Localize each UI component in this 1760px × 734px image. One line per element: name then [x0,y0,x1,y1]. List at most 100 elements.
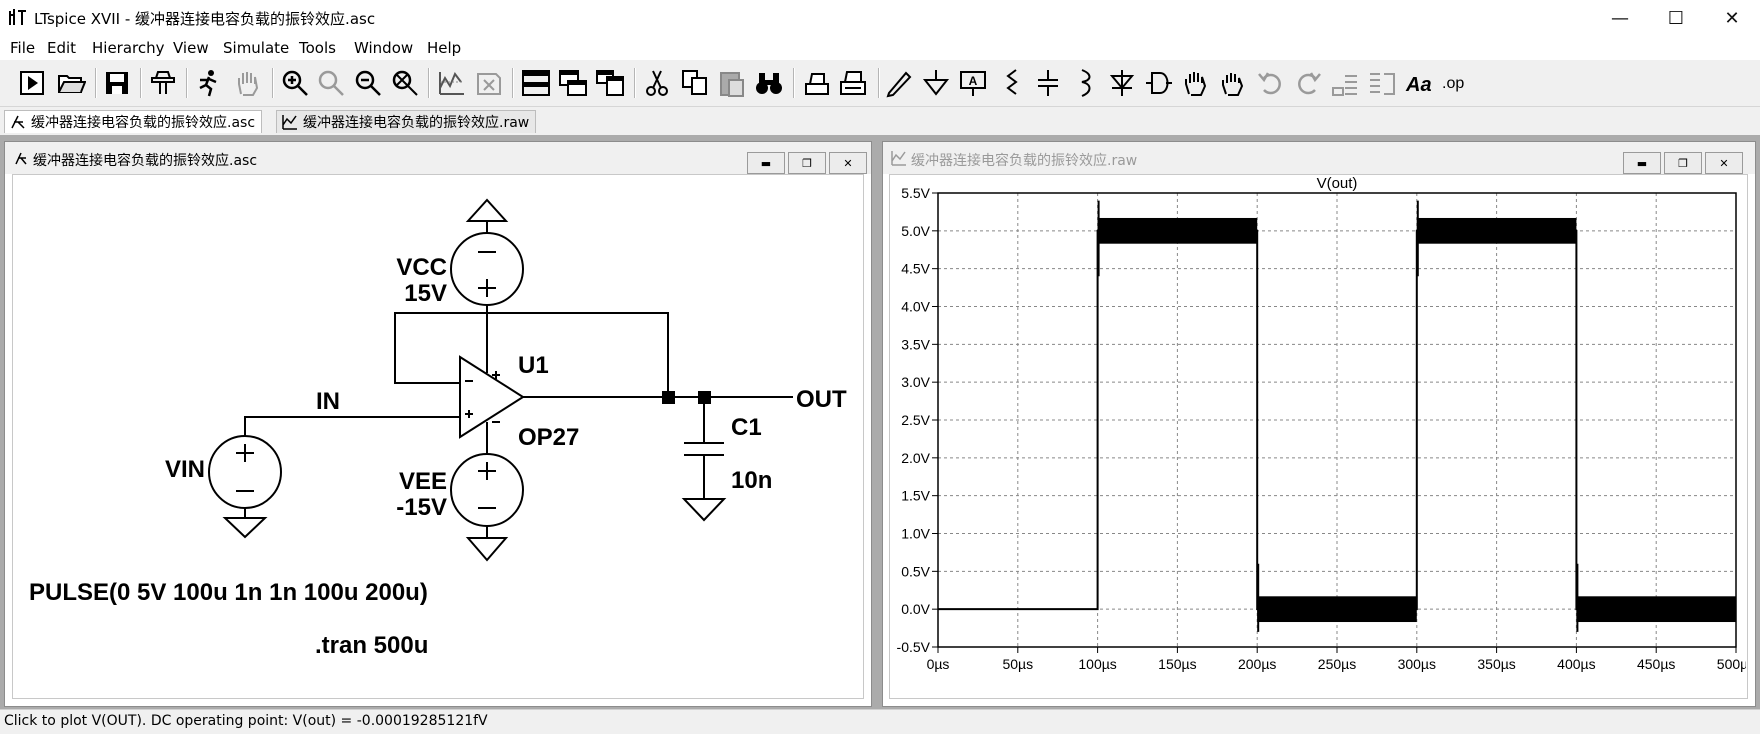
copy-icon[interactable] [680,68,710,98]
toolbar: A Aa .op [0,60,1760,107]
svg-text:A: A [969,74,978,88]
inductor-icon[interactable] [1070,68,1100,98]
waveform-chart[interactable]: V(out) 0µs 50µs 100µs 150µs 200µs 250µs 300µs 35… [890,175,1756,698]
maximize-button[interactable]: ☐ [1648,0,1704,36]
x-tick-label: 350µs [1477,656,1515,672]
junction-dot [698,391,711,404]
tile-vertical-icon[interactable] [595,68,625,98]
y-tick-label: 3.0V [901,374,930,390]
c1-label: C1 [731,414,762,441]
feedback-wire-inv [394,343,460,384]
find-icon[interactable] [754,68,784,98]
menu-simulate[interactable]: Simulate [223,39,289,57]
schematic-restore-button[interactable]: ❐ [788,152,826,174]
waveform-icon [282,115,297,130]
waveform-icon [891,151,906,166]
x-tick-label: 500µs [1717,656,1746,672]
out-net-label: OUT [796,386,847,413]
schematic-close-button[interactable]: ✕ [829,152,867,174]
undo-icon[interactable] [1256,68,1286,98]
paste-icon[interactable] [717,68,747,98]
open-icon[interactable] [56,68,86,98]
x-tick-label: 450µs [1637,656,1675,672]
y-tick-label: 2.0V [901,450,930,466]
tile-horizontal-icon[interactable] [521,68,551,98]
zoom-out-icon[interactable] [353,68,383,98]
redo-icon[interactable] [1293,68,1323,98]
schematic-window-title: 缓冲器连接电容负载的振铃效应.asc [33,153,258,169]
schematic-drawing: VCC 15V VEE -15V VIN IN OUT U1 OP27 C1 1… [29,198,847,659]
save-icon[interactable] [102,68,132,98]
vee-label: VEE [399,468,447,495]
toolbar-separator [95,68,97,98]
control-panel-icon[interactable] [148,68,178,98]
tab-waveform[interactable]: 缓冲器连接电容负载的振铃效应.raw [276,110,537,133]
waveform-close-button[interactable]: ✕ [1705,152,1743,174]
run-icon[interactable] [18,68,48,98]
rotate-icon[interactable] [1330,68,1360,98]
input-wire [244,416,460,419]
opamp-u1 [459,355,525,439]
y-tick-label: 1.0V [901,526,930,542]
toolbar-separator [878,68,880,98]
svg-text:.op: .op [1442,75,1464,92]
spice-directive-icon[interactable]: .op [1440,68,1470,98]
wire-icon[interactable] [884,68,914,98]
x-tick-label: 100µs [1078,656,1116,672]
menu-edit[interactable]: Edit [47,39,76,57]
pan-icon[interactable] [233,68,263,98]
ground-icon[interactable] [921,68,951,98]
tab-label: 缓冲器连接电容负载的振铃效应.raw [303,115,530,131]
zoom-area-icon[interactable] [316,68,346,98]
toolbar-separator [272,68,274,98]
resistor-icon[interactable] [996,68,1026,98]
menu-file[interactable]: File [10,39,35,57]
halt-icon[interactable] [194,68,224,98]
toolbar-separator [793,68,795,98]
vin-ground [222,517,268,539]
schematic-canvas[interactable]: VCC 15V VEE -15V VIN IN OUT U1 OP27 C1 1… [12,174,864,699]
capacitor-icon[interactable] [1033,68,1063,98]
minimize-button[interactable]: — [1592,0,1648,36]
tab-schematic[interactable]: 缓冲器连接电容负载的振铃效应.asc [4,110,263,133]
print-setup-icon[interactable] [802,68,832,98]
menu-hierarchy[interactable]: Hierarchy [92,39,165,57]
waveform-plot-area[interactable]: V(out) 0µs 50µs 100µs 150µs 200µs 250µs 300µs 35… [889,174,1756,699]
zoom-fit-icon[interactable] [390,68,420,98]
toolbar-separator [512,68,514,98]
y-tick-label: 4.0V [901,299,930,315]
cascade-icon[interactable] [558,68,588,98]
mirror-icon[interactable] [1367,68,1397,98]
menu-tools[interactable]: Tools [299,39,336,57]
cut-icon[interactable] [642,68,672,98]
menu-window[interactable]: Window [354,39,413,57]
waveform-minimize-button[interactable]: ▬ [1623,152,1661,174]
mark-icon[interactable] [474,68,504,98]
menu-help[interactable]: Help [427,39,461,57]
close-button[interactable]: ✕ [1704,0,1760,36]
component-icon[interactable] [1144,68,1174,98]
menu-bar: File Edit Hierarchy View Simulate Tools … [0,36,1760,60]
schematic-minimize-button[interactable]: ▬ [747,152,785,174]
zoom-in-icon[interactable] [280,68,310,98]
print-icon[interactable] [838,68,868,98]
y-tick-label: 0.0V [901,601,930,617]
move-icon[interactable] [1181,68,1211,98]
x-tick-label: 150µs [1158,656,1196,672]
c1-value: 10n [731,467,772,494]
waveform-restore-button[interactable]: ❐ [1664,152,1702,174]
junction-dot [662,391,675,404]
y-tick-label: 4.5V [901,261,930,277]
window-title: LTspice XVII - 缓冲器连接电容负载的振铃效应.asc [34,10,376,28]
status-text: Click to plot V(OUT). DC operating point… [4,713,488,729]
drag-icon[interactable] [1218,68,1248,98]
text-icon[interactable]: Aa [1404,68,1434,98]
diode-icon[interactable] [1107,68,1137,98]
menu-view[interactable]: View [173,39,209,57]
ltspice-app-icon [9,9,26,25]
tab-label: 缓冲器连接电容负载的振铃效应.asc [31,115,256,131]
label-icon[interactable]: A [958,68,988,98]
y-tick-label: -0.5V [897,639,931,655]
autorange-icon[interactable] [437,68,467,98]
u1-label: U1 [518,352,549,379]
